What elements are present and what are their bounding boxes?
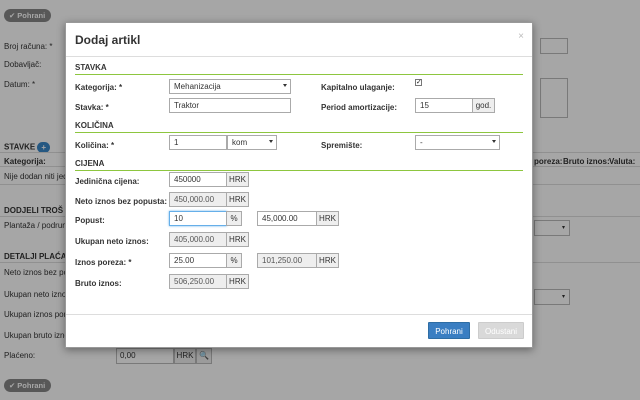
- gross-amount-value: 506,250.00: [169, 274, 227, 289]
- caret-down-icon: [269, 140, 273, 143]
- total-net-label: Ukupan neto iznos:: [75, 237, 149, 246]
- amortization-unit-addon: god.: [472, 98, 495, 113]
- add-item-modal: Dodaj artikl × STAVKA Kategorija: * Meha…: [65, 22, 533, 348]
- amortization-period-label: Period amortizacije:: [321, 103, 398, 112]
- discount-input[interactable]: 10: [169, 211, 227, 226]
- discount-label: Popust:: [75, 216, 105, 225]
- tax-amount-value: 101,250.00: [257, 253, 317, 268]
- category-label: Kategorija: *: [75, 83, 123, 92]
- tax-amount-label: Iznos poreza: *: [75, 258, 132, 267]
- tax-amount-currency-addon: HRK: [316, 253, 339, 268]
- gross-amount-label: Bruto iznos:: [75, 279, 122, 288]
- header-divider: [66, 56, 532, 57]
- net-without-discount-value: 450,000.00: [169, 192, 227, 207]
- discount-amount-input[interactable]: 45,000.00: [257, 211, 317, 226]
- section-cijena: CIJENA: [75, 159, 105, 168]
- section-kolicina: KOLIČINA: [75, 121, 114, 130]
- close-icon[interactable]: ×: [518, 31, 524, 42]
- gross-amount-currency-addon: HRK: [226, 274, 249, 289]
- section-stavka: STAVKA: [75, 63, 107, 72]
- net-without-discount-currency-addon: HRK: [226, 192, 249, 207]
- item-label: Stavka: *: [75, 103, 109, 112]
- discount-percent-addon: %: [226, 211, 242, 226]
- tax-percent-addon: %: [226, 253, 242, 268]
- capital-investment-checkbox[interactable]: ✓: [415, 79, 422, 86]
- total-net-currency-addon: HRK: [226, 232, 249, 247]
- modal-title: Dodaj artikl: [75, 33, 141, 47]
- caret-down-icon: [283, 84, 287, 87]
- section-divider: [75, 170, 523, 171]
- footer-divider: [66, 314, 532, 315]
- capital-investment-label: Kapitalno ulaganje:: [321, 83, 395, 92]
- quantity-input[interactable]: 1: [169, 135, 227, 150]
- section-divider: [75, 132, 523, 133]
- item-input[interactable]: Traktor: [169, 98, 291, 113]
- category-select[interactable]: Mehanizacija: [169, 79, 291, 94]
- save-button[interactable]: Pohrani: [428, 322, 470, 339]
- tax-rate-input[interactable]: 25.00: [169, 253, 227, 268]
- storage-label: Spremište:: [321, 141, 363, 150]
- net-without-discount-label: Neto iznos bez popusta:: [75, 197, 167, 206]
- total-net-value: 405,000.00: [169, 232, 227, 247]
- discount-amount-currency-addon: HRK: [316, 211, 339, 226]
- storage-select[interactable]: -: [415, 135, 500, 150]
- amortization-period-input[interactable]: 15: [415, 98, 473, 113]
- unit-price-input[interactable]: 450000: [169, 172, 227, 187]
- quantity-label: Količina: *: [75, 141, 115, 150]
- unit-price-label: Jedinična cijena:: [75, 177, 140, 186]
- quantity-unit-select[interactable]: kom: [227, 135, 277, 150]
- cancel-button[interactable]: Odustani: [478, 322, 524, 339]
- caret-down-icon: [492, 140, 496, 143]
- unit-price-currency-addon: HRK: [226, 172, 249, 187]
- section-divider: [75, 74, 523, 75]
